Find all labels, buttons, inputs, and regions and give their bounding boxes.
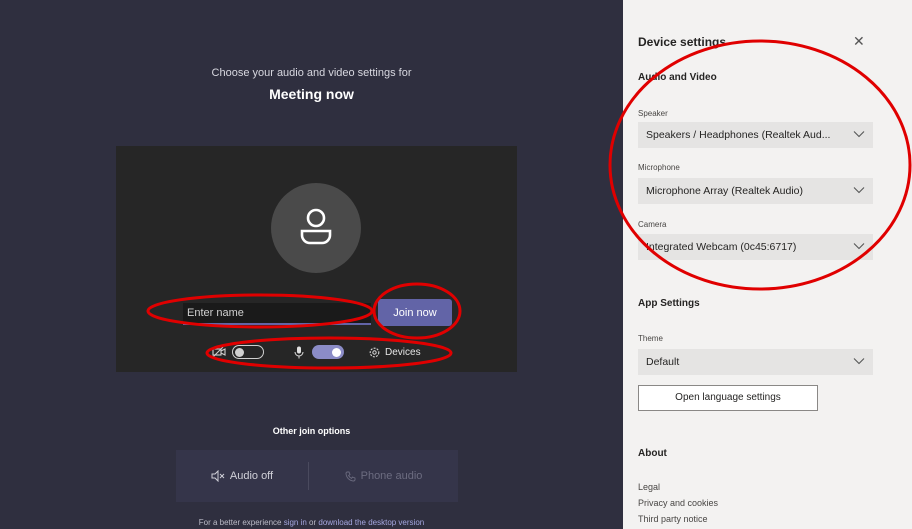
camera-off-icon bbox=[212, 346, 226, 358]
chevron-down-icon bbox=[853, 187, 865, 194]
microphone-label: Microphone bbox=[638, 163, 680, 172]
other-join-options: Audio off Phone audio bbox=[176, 450, 458, 502]
theme-label: Theme bbox=[638, 334, 663, 343]
prejoin-subtitle: Choose your audio and video settings for bbox=[211, 67, 412, 79]
camera-dropdown[interactable]: Integrated Webcam (0c45:6717) bbox=[638, 234, 873, 260]
microphone-dropdown[interactable]: Microphone Array (Realtek Audio) bbox=[638, 178, 873, 204]
audio-off-option[interactable]: Audio off bbox=[176, 450, 308, 502]
sign-in-link[interactable]: sign in bbox=[284, 518, 307, 527]
close-icon[interactable]: ✕ bbox=[853, 33, 865, 50]
microphone-icon bbox=[294, 346, 304, 358]
name-input[interactable] bbox=[183, 303, 371, 325]
speaker-value: Speakers / Headphones (Realtek Aud... bbox=[646, 129, 831, 141]
video-preview: Join now bbox=[116, 146, 517, 372]
chevron-down-icon bbox=[853, 131, 865, 138]
download-desktop-link[interactable]: download the desktop version bbox=[318, 518, 424, 527]
microphone-value: Microphone Array (Realtek Audio) bbox=[646, 185, 803, 197]
gear-icon bbox=[369, 347, 380, 357]
legal-link[interactable]: Legal bbox=[638, 482, 660, 492]
avatar bbox=[271, 183, 361, 273]
devices-button[interactable]: Devices bbox=[368, 344, 421, 360]
prejoin-screen: Choose your audio and video settings for… bbox=[0, 0, 623, 529]
about-heading: About bbox=[638, 448, 667, 459]
app-settings-heading: App Settings bbox=[638, 298, 700, 309]
devices-label: Devices bbox=[385, 346, 421, 358]
privacy-cookies-link[interactable]: Privacy and cookies bbox=[638, 498, 718, 508]
chevron-down-icon bbox=[853, 243, 865, 250]
speaker-dropdown[interactable]: Speakers / Headphones (Realtek Aud... bbox=[638, 122, 873, 148]
mic-control bbox=[294, 344, 344, 360]
device-settings-title: Device settings bbox=[638, 35, 727, 49]
footer-text-middle: or bbox=[306, 518, 319, 527]
camera-control bbox=[212, 344, 264, 360]
media-controls: Devices bbox=[212, 344, 432, 360]
device-settings-panel: Device settings ✕ Audio and Video Speake… bbox=[623, 0, 912, 529]
other-join-options-title: Other join options bbox=[272, 426, 351, 436]
third-party-notice-link[interactable]: Third party notice bbox=[638, 514, 708, 524]
phone-icon bbox=[345, 471, 356, 481]
camera-toggle[interactable] bbox=[232, 345, 264, 359]
theme-dropdown[interactable]: Default bbox=[638, 349, 873, 375]
join-now-button[interactable]: Join now bbox=[378, 299, 452, 326]
camera-value: Integrated Webcam (0c45:6717) bbox=[646, 241, 797, 253]
mic-toggle[interactable] bbox=[312, 345, 344, 359]
chevron-down-icon bbox=[853, 358, 865, 365]
footer-text-before: For a better experience bbox=[198, 518, 284, 527]
camera-label: Camera bbox=[638, 220, 667, 229]
meeting-title: Meeting now bbox=[269, 86, 354, 102]
audio-off-label: Audio off bbox=[229, 470, 274, 482]
audio-video-heading: Audio and Video bbox=[638, 72, 717, 83]
phone-audio-label: Phone audio bbox=[360, 470, 423, 482]
footer-note: For a better experience sign in or downl… bbox=[0, 518, 623, 527]
speaker-label: Speaker bbox=[638, 109, 668, 118]
speaker-off-icon bbox=[211, 470, 225, 482]
theme-value: Default bbox=[646, 356, 680, 368]
open-language-settings-button[interactable]: Open language settings bbox=[638, 385, 818, 411]
phone-audio-option[interactable]: Phone audio bbox=[309, 450, 458, 502]
person-icon bbox=[300, 208, 332, 245]
